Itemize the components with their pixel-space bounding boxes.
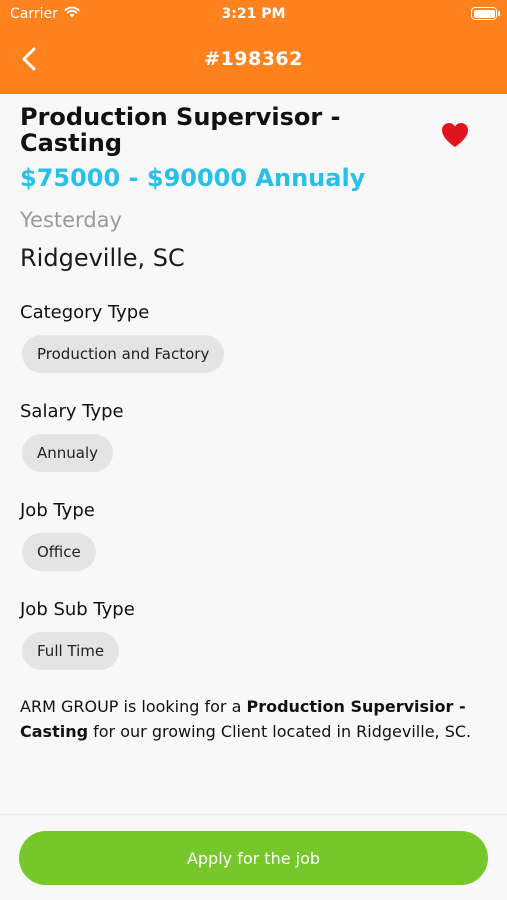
favorite-button[interactable] [441,122,469,148]
job-detail-content[interactable]: Production Supervisor - Casting $75000 -… [0,94,507,814]
status-bar: Carrier 3:21 PM [0,0,507,28]
salary-range: $75000 - $90000 Annualy [20,164,366,192]
nav-bar: #198362 [0,38,507,82]
job-description: ARM GROUP is looking for a Production Su… [20,694,490,744]
category-type-chip: Production and Factory [22,335,225,373]
job-location: Ridgeville, SC [20,244,185,272]
job-title: Production Supervisor - Casting [20,103,341,157]
header: Carrier 3:21 PM #198362 [0,0,507,94]
clock: 3:21 PM [221,6,286,22]
title-row: Production Supervisor - Casting [20,104,487,156]
job-type-label: Job Type [20,500,95,521]
job-sub-type-label: Job Sub Type [20,599,135,620]
salary-type-label: Salary Type [20,401,124,422]
posted-date: Yesterday [20,208,122,232]
heart-icon [442,123,468,147]
job-id-title: #198362 [204,48,303,70]
description-suffix: for our growing Client located in Ridgev… [88,722,472,741]
job-sub-type-chip: Full Time [22,632,120,670]
category-type-label: Category Type [20,302,150,323]
job-type-chip: Office [22,533,96,571]
salary-type-chip: Annualy [22,434,114,472]
footer: Apply for the job [0,814,507,900]
battery-icon [471,7,500,20]
apply-button[interactable]: Apply for the job [19,831,488,885]
description-prefix: ARM GROUP is looking for a [20,697,247,716]
